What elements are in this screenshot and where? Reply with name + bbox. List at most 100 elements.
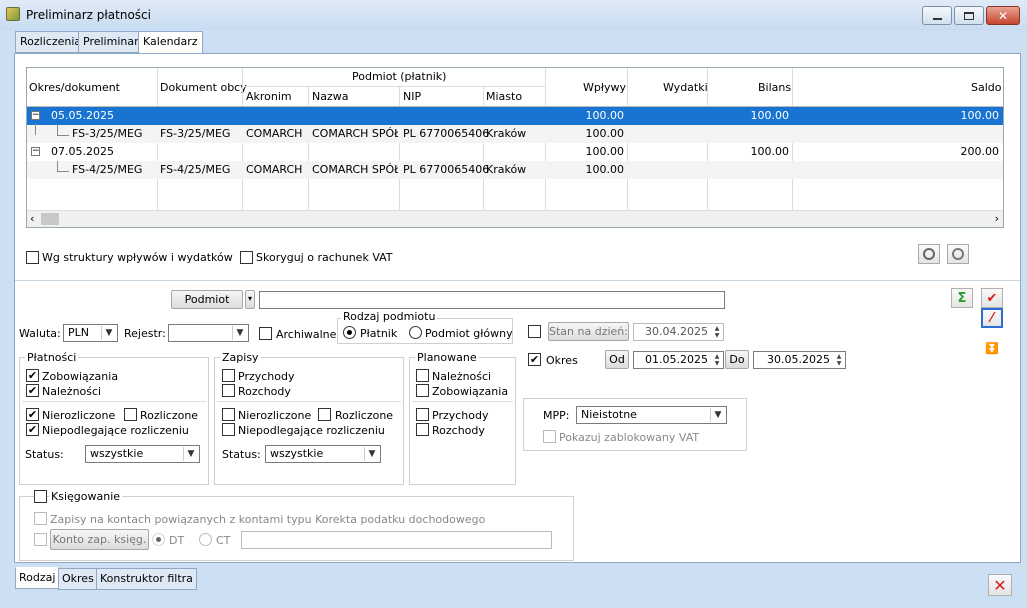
przychody-checkbox[interactable] — [222, 369, 235, 382]
spinner-icon[interactable]: ▲ ▼ — [712, 353, 722, 367]
waluta-label: Waluta: — [19, 327, 61, 340]
horizontal-scrollbar[interactable]: ‹ › — [27, 210, 1003, 227]
scroll-left-icon[interactable]: ‹ — [30, 212, 34, 225]
stan-na-dzien-input[interactable]: 30.04.2025 ▲ ▼ — [633, 323, 724, 341]
tab-kalendarz[interactable]: Kalendarz — [138, 31, 203, 54]
wg-struktury-label: Wg struktury wpływów i wydatków — [42, 251, 233, 264]
cell-wplywy: 100.00 — [585, 145, 625, 158]
tab-rodzaj[interactable]: Rodzaj — [15, 567, 60, 589]
platnosci-status-select[interactable]: wszystkie ▼ — [85, 445, 200, 463]
col-nip[interactable]: NIP — [403, 90, 421, 103]
spinner-icon[interactable]: ▲ ▼ — [834, 353, 844, 367]
maximize-button[interactable] — [954, 6, 984, 25]
ct-label: CT — [216, 534, 231, 547]
rodzaj-podmiotu-title: Rodzaj podmiotu — [341, 310, 438, 323]
podmiot-glowny-radio[interactable] — [409, 326, 422, 339]
podmiot-button[interactable]: Podmiot — [171, 290, 243, 309]
col-nazwa[interactable]: Nazwa — [312, 90, 348, 103]
filter-icon[interactable]: ⏬ — [985, 342, 999, 355]
collapse-icon[interactable]: − — [31, 111, 40, 120]
podmiot-input[interactable] — [259, 291, 725, 309]
nierozliczone-checkbox[interactable]: ✔ — [26, 408, 39, 421]
calendar-grid[interactable]: Okres/dokument Dokument obcy Podmiot (pł… — [26, 67, 1004, 228]
col-miasto[interactable]: Miasto — [486, 90, 522, 103]
mpp-label: MPP: — [543, 409, 570, 422]
konto-checkbox[interactable] — [34, 533, 47, 546]
col-podmiot: Podmiot (płatnik) — [352, 70, 447, 83]
scroll-right-icon[interactable]: › — [995, 212, 999, 225]
magnifier-minus-icon — [952, 248, 964, 260]
table-row[interactable]: − 07.05.2025 100.00 100.00 200.00 — [27, 143, 1003, 161]
ksiegowanie-checkbox[interactable] — [34, 490, 47, 503]
sum-button[interactable]: Σ — [951, 288, 973, 308]
zapisy-niepodlegajace-checkbox[interactable] — [222, 423, 235, 436]
col-okres[interactable]: Okres/dokument — [29, 81, 120, 94]
table-row[interactable]: FS-4/25/MEG FS-4/25/MEG COMARCH COMARCH … — [27, 161, 1003, 179]
planowane-przychody-checkbox[interactable] — [416, 408, 429, 421]
zapisy-nierozliczone-checkbox[interactable] — [222, 408, 235, 421]
planowane-naleznosci-checkbox[interactable] — [416, 369, 429, 382]
rozchody-label: Rozchody — [238, 385, 291, 398]
planowane-zobowiazania-checkbox[interactable] — [416, 384, 429, 397]
planowane-rozchody-checkbox[interactable] — [416, 423, 429, 436]
zoom-in-button[interactable] — [918, 244, 940, 264]
mpp-select[interactable]: Nieistotne ▼ — [576, 406, 727, 424]
stan-na-dzien-button[interactable]: Stan na dzień: — [548, 322, 629, 341]
rozliczone-checkbox[interactable] — [124, 408, 137, 421]
col-wplywy[interactable]: Wpływy — [583, 81, 626, 94]
cell-obcy: FS-3/25/MEG — [160, 127, 231, 140]
col-akronim[interactable]: Akronim — [246, 90, 292, 103]
ksiegowanie-label: Księgowanie — [49, 490, 123, 503]
od-button[interactable]: Od — [605, 350, 629, 369]
col-bilans[interactable]: Bilans — [758, 81, 791, 94]
tab-okres[interactable]: Okres — [58, 568, 98, 590]
pokazuj-vat-checkbox[interactable] — [543, 430, 556, 443]
waluta-select[interactable]: PLN ▼ — [63, 324, 118, 342]
table-row[interactable]: FS-3/25/MEG FS-3/25/MEG COMARCH COMARCH … — [27, 123, 1003, 143]
zobowiazania-checkbox[interactable]: ✔ — [26, 369, 39, 382]
close-button[interactable]: ✕ — [988, 574, 1012, 596]
wg-struktury-checkbox[interactable] — [26, 251, 39, 264]
od-date-input[interactable]: 01.05.2025 ▲ ▼ — [633, 351, 724, 369]
collapse-icon[interactable]: − — [31, 147, 40, 156]
zoom-out-button[interactable] — [947, 244, 969, 264]
konto-zap-button[interactable]: Konto zap. księg. — [50, 529, 149, 550]
naleznosci-label: Należności — [42, 385, 102, 398]
col-wydatki[interactable]: Wydatki — [663, 81, 708, 94]
apply-button[interactable]: ✔ — [981, 288, 1003, 308]
table-row[interactable]: − 05.05.2025 100.00 100.00 100.00 — [27, 107, 1003, 125]
zapisy-status-select[interactable]: wszystkie ▼ — [265, 445, 381, 463]
cell-bilans: 100.00 — [750, 109, 790, 122]
platnik-radio[interactable] — [343, 326, 356, 339]
col-saldo[interactable]: Saldo — [971, 81, 1002, 94]
do-button[interactable]: Do — [725, 350, 749, 369]
okres-checkbox[interactable]: ✔ — [528, 353, 541, 366]
naleznosci-checkbox[interactable]: ✔ — [26, 384, 39, 397]
ct-radio[interactable] — [199, 533, 212, 546]
chevron-down-icon: ▼ — [232, 326, 247, 340]
podmiot-dropdown-icon[interactable]: ▾ — [245, 290, 255, 309]
niepodlegajace-checkbox[interactable]: ✔ — [26, 423, 39, 436]
stan-na-dzien-checkbox[interactable] — [528, 325, 541, 338]
niepodlegajace-label: Niepodlegające rozliczeniu — [42, 424, 189, 437]
konto-input[interactable] — [241, 531, 552, 549]
zapisy-kontach-checkbox[interactable] — [34, 512, 47, 525]
do-date-input[interactable]: 30.05.2025 ▲ ▼ — [753, 351, 846, 369]
archiwalne-checkbox[interactable] — [259, 327, 272, 340]
close-window-button[interactable]: ✕ — [986, 6, 1020, 25]
dt-radio[interactable] — [152, 533, 165, 546]
zapisy-rozliczone-checkbox[interactable] — [318, 408, 331, 421]
planowane-zobowiazania-label: Zobowiązania — [432, 385, 509, 398]
tab-konstruktor[interactable]: Konstruktor filtra — [96, 568, 197, 590]
minimize-button[interactable] — [922, 6, 952, 25]
skoryguj-vat-label: Skoryguj o rachunek VAT — [256, 251, 393, 264]
rejestr-select[interactable]: ▼ — [168, 324, 249, 342]
cell-okres: FS-4/25/MEG — [72, 163, 143, 176]
skoryguj-vat-checkbox[interactable] — [240, 251, 253, 264]
rozchody-checkbox[interactable] — [222, 384, 235, 397]
clear-filter-button[interactable]: ⁄ — [981, 308, 1003, 328]
spinner-icon[interactable]: ▲ ▼ — [712, 325, 722, 339]
col-obcy[interactable]: Dokument obcy — [160, 81, 247, 94]
tab-rozliczenia[interactable]: Rozliczenia — [15, 31, 87, 53]
scroll-thumb[interactable] — [41, 213, 59, 225]
